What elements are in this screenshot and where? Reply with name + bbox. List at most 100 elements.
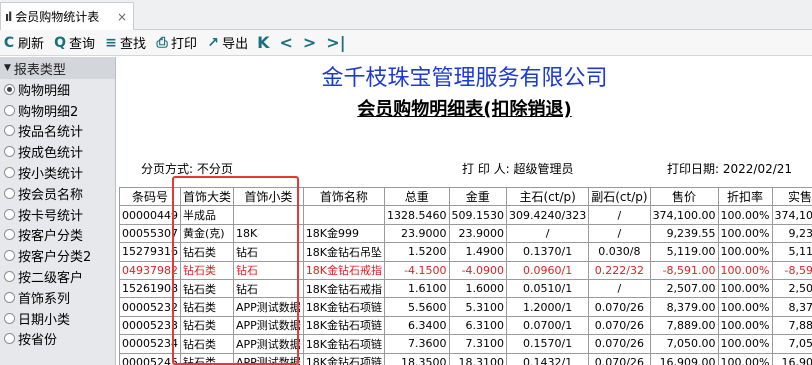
- find-list-icon: ≡: [105, 34, 117, 51]
- table-cell: /: [588, 205, 651, 225]
- first-page-button[interactable]: K: [257, 33, 269, 52]
- sidebar-item[interactable]: 购物明细2: [0, 100, 115, 121]
- table-cell: 100.00%: [717, 297, 773, 317]
- sidebar-item-label: 按客户分类2: [18, 250, 92, 266]
- query-button[interactable]: Q 查询: [53, 33, 96, 53]
- table-cell: -8,591.00: [649, 260, 719, 280]
- table-cell: 00005232: [119, 297, 181, 317]
- table-cell: 8,379.00: [649, 297, 719, 317]
- table-header-row: 条码号 首饰大类 首饰小类 首饰名称 总重 金重 主石(ct/p) 副石(ct/p) 售价 折扣率…: [119, 186, 812, 207]
- table-cell: 2,507.00: [771, 278, 812, 299]
- printer-icon: ⎙: [156, 34, 168, 51]
- company-name: 金千枝珠宝管理服务有限公司: [321, 66, 608, 91]
- table-row[interactable]: 00005234 钻石类 APP测试数据 18K金钻石项链 7.3600 7.3100 0.…: [119, 334, 812, 354]
- table-cell: 1.4900: [448, 242, 508, 262]
- radio-icon[interactable]: [4, 229, 15, 241]
- radio-icon[interactable]: [4, 146, 15, 158]
- find-button[interactable]: ≡ 查找: [104, 33, 147, 53]
- sidebar-item[interactable]: 按客户分类: [0, 225, 115, 246]
- sidebar-item-label: 按品名统计: [18, 125, 84, 141]
- table-cell: 509.1530: [448, 205, 508, 225]
- export-button[interactable]: ↗ 导出: [206, 33, 249, 53]
- radio-icon[interactable]: [4, 271, 15, 283]
- next-page-button[interactable]: >: [303, 33, 316, 52]
- radio-icon[interactable]: [4, 187, 15, 199]
- prev-page-button[interactable]: <: [279, 33, 292, 52]
- table-row[interactable]: 00005232 钻石类 APP测试数据 18K金钻石项链 5.5600 5.3100 1.…: [119, 297, 812, 317]
- column-header: 主石(ct/p): [506, 186, 590, 207]
- sidebar-item[interactable]: 按卡号统计: [0, 204, 115, 225]
- table-cell: APP测试数据: [233, 334, 304, 354]
- report-type-header[interactable]: ▼ 报表类型: [0, 57, 115, 79]
- table-cell: 钻石类: [179, 352, 235, 365]
- table-cell: 钻石类: [179, 297, 235, 317]
- radio-icon[interactable]: [4, 104, 15, 116]
- sidebar-item[interactable]: 日期小类: [0, 308, 115, 329]
- radio-icon[interactable]: [4, 208, 15, 220]
- table-cell: 100.00%: [717, 205, 773, 225]
- sidebar-item[interactable]: 按省份: [0, 329, 115, 350]
- table-row[interactable]: 00000449 半成品 1328.5460 509.1530 309.4240/323…: [119, 205, 812, 225]
- column-header: 条码号: [119, 186, 181, 207]
- table-cell: 0.1432/1: [506, 352, 590, 365]
- table-cell: 100.00%: [717, 223, 773, 244]
- sidebar-item[interactable]: 按二级客户: [0, 266, 115, 287]
- table-cell: 1.5200: [384, 242, 450, 262]
- sidebar-item[interactable]: 按客户分类2: [0, 245, 115, 266]
- print-date: 打印日期: 2022/02/21: [667, 162, 793, 176]
- table-cell: 23.9000: [384, 223, 450, 244]
- sidebar-item[interactable]: 按品名统计: [0, 121, 115, 142]
- table-row[interactable]: 04937982 钻石类 钻石 18K金钻石戒指 -4.1500 -4.0900 0.096…: [119, 260, 812, 280]
- print-button[interactable]: ⎙ 打印: [155, 33, 197, 53]
- table-cell: 钻石: [233, 242, 304, 262]
- sidebar-item[interactable]: 购物明细: [0, 79, 115, 100]
- export-label: 导出: [222, 37, 249, 52]
- refresh-button[interactable]: C 刷新: [2, 33, 44, 53]
- radio-icon[interactable]: [4, 333, 15, 345]
- table-cell: 钻石: [233, 260, 304, 280]
- query-label: 查询: [69, 37, 96, 52]
- radio-icon[interactable]: [4, 250, 15, 262]
- column-header: 实售价: [771, 186, 812, 207]
- table-cell: 18K金钻石项链: [302, 334, 386, 354]
- table-cell: 00055307: [119, 223, 181, 244]
- table-row[interactable]: 00055307 黄金(克) 18K 18K金999 23.9000 23.9000//9…: [119, 223, 812, 244]
- table-cell: 100.00%: [717, 315, 773, 336]
- table-cell: 18K金钻石戒指: [302, 260, 386, 280]
- sidebar-item-label: 按小类统计: [18, 167, 84, 183]
- report-title: 会员购物明细表(扣除销退): [357, 99, 572, 120]
- find-label: 查找: [120, 37, 147, 52]
- table-cell: /: [506, 223, 590, 244]
- radio-icon[interactable]: [4, 312, 15, 324]
- table-cell: 1.2000/1: [506, 297, 590, 317]
- table-cell: 00005233: [119, 315, 181, 336]
- column-header: 金重: [448, 186, 508, 207]
- radio-icon[interactable]: [4, 291, 15, 303]
- radio-icon[interactable]: [4, 125, 15, 137]
- sidebar-item-label: 按客户分类: [18, 229, 84, 245]
- last-page-button[interactable]: >|: [326, 33, 345, 52]
- tab-member-purchase-stats[interactable]: ıl 会员购物统计表 ×: [0, 2, 134, 30]
- radio-icon[interactable]: [4, 83, 15, 95]
- table-cell: 309.4240/323: [506, 205, 590, 225]
- sidebar-item[interactable]: 首饰系列: [0, 287, 115, 308]
- table-row[interactable]: 15261908 钻石类 钻石 18K金钻石戒指 1.6100 1.6000 0.0510/…: [119, 278, 812, 299]
- table-row[interactable]: 00005233 钻石类 APP测试数据 18K金钻石项链 6.3400 6.3100 0.…: [119, 315, 812, 336]
- column-header: 售价: [649, 186, 719, 207]
- table-row[interactable]: 15279316 钻石类 钻石 18K金钻石吊坠 1.5200 1.4900 0.1370/…: [119, 242, 812, 262]
- radio-icon[interactable]: [4, 167, 15, 179]
- table-row[interactable]: 00005245 钻石类 APP测试数据 18K金钻石项链 18.3500 18.3100…: [119, 352, 812, 365]
- table-cell: 6.3100: [448, 315, 508, 336]
- sidebar-item-label: 按卡号统计: [18, 208, 84, 224]
- collapse-triangle-icon: ▼: [4, 63, 11, 73]
- table-cell: 黄金(克): [179, 223, 235, 244]
- table-cell: 18.3100: [448, 352, 508, 365]
- sidebar-item[interactable]: 按成色统计: [0, 141, 115, 162]
- tab-bar: ıl 会员购物统计表 ×: [0, 0, 812, 30]
- table-cell: 5.3100: [448, 297, 508, 317]
- sidebar-item[interactable]: 按小类统计: [0, 162, 115, 183]
- close-icon[interactable]: ×: [117, 10, 127, 24]
- sidebar-item-label: 按成色统计: [18, 146, 84, 162]
- table-cell: 0.0700/1: [506, 315, 590, 336]
- sidebar-item[interactable]: 按会员名称: [0, 183, 115, 204]
